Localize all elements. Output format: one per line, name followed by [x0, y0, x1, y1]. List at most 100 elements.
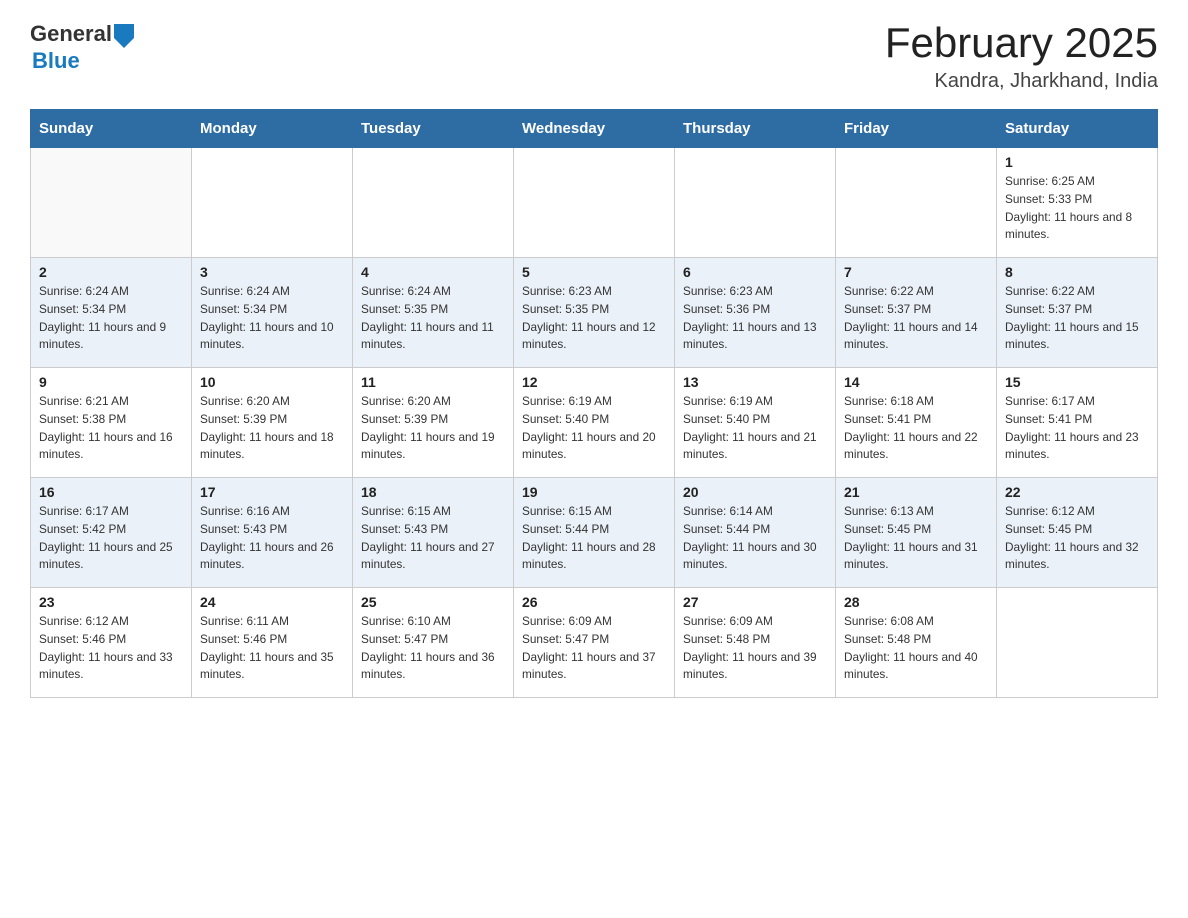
day-info: Sunrise: 6:18 AMSunset: 5:41 PMDaylight:… — [844, 393, 988, 464]
header-monday: Monday — [192, 110, 353, 148]
calendar-day-cell: 16 Sunrise: 6:17 AMSunset: 5:42 PMDayligh… — [31, 478, 192, 588]
calendar-table: Sunday Monday Tuesday Wednesday Thursday… — [30, 109, 1158, 698]
day-info: Sunrise: 6:08 AMSunset: 5:48 PMDaylight:… — [844, 613, 988, 684]
day-info: Sunrise: 6:23 AMSunset: 5:36 PMDaylight:… — [683, 283, 827, 354]
day-info: Sunrise: 6:17 AMSunset: 5:42 PMDaylight:… — [39, 503, 183, 574]
calendar-day-cell: 13 Sunrise: 6:19 AMSunset: 5:40 PMDayligh… — [675, 368, 836, 478]
day-info: Sunrise: 6:12 AMSunset: 5:45 PMDaylight:… — [1005, 503, 1149, 574]
calendar-day-cell: 22Sunrise: 6:12 AMSunset: 5:45 PMDayligh… — [997, 478, 1158, 588]
calendar-day-cell: 28Sunrise: 6:08 AMSunset: 5:48 PMDayligh… — [836, 588, 997, 698]
day-number: 3 — [200, 264, 344, 280]
day-number: 4 — [361, 264, 505, 280]
calendar-day-cell — [675, 148, 836, 258]
header-sunday: Sunday — [31, 110, 192, 148]
day-number: 24 — [200, 594, 344, 610]
header-wednesday: Wednesday — [514, 110, 675, 148]
day-info: Sunrise: 6:22 AMSunset: 5:37 PMDaylight:… — [1005, 283, 1149, 354]
day-info: Sunrise: 6:16 AMSunset: 5:43 PMDaylight:… — [200, 503, 344, 574]
calendar-week-5: 23 Sunrise: 6:12 AMSunset: 5:46 PMDayligh… — [31, 588, 1158, 698]
day-info: Sunrise: 6:10 AMSunset: 5:47 PMDaylight:… — [361, 613, 505, 684]
day-number: 11 — [361, 374, 505, 390]
calendar-day-cell — [31, 148, 192, 258]
day-info: Sunrise: 6:21 AMSunset: 5:38 PMDaylight:… — [39, 393, 183, 464]
calendar-day-cell: 19 Sunrise: 6:15 AMSunset: 5:44 PMDayligh… — [514, 478, 675, 588]
day-info: Sunrise: 6:24 AMSunset: 5:35 PMDaylight:… — [361, 283, 505, 354]
header-thursday: Thursday — [675, 110, 836, 148]
page-header: General Blue February 2025 Kandra, Jhark… — [30, 20, 1158, 93]
day-number: 10 — [200, 374, 344, 390]
header-friday: Friday — [836, 110, 997, 148]
calendar-day-cell: 23 Sunrise: 6:12 AMSunset: 5:46 PMDayligh… — [31, 588, 192, 698]
calendar-day-cell — [353, 148, 514, 258]
calendar-day-cell: 18 Sunrise: 6:15 AMSunset: 5:43 PMDayligh… — [353, 478, 514, 588]
day-number: 20 — [683, 484, 827, 500]
day-info: Sunrise: 6:20 AMSunset: 5:39 PMDaylight:… — [200, 393, 344, 464]
calendar-week-2: 2 Sunrise: 6:24 AMSunset: 5:34 PMDaylight… — [31, 258, 1158, 368]
calendar-day-cell: 14 Sunrise: 6:18 AMSunset: 5:41 PMDayligh… — [836, 368, 997, 478]
day-number: 9 — [39, 374, 183, 390]
calendar-day-cell: 24Sunrise: 6:11 AMSunset: 5:46 PMDayligh… — [192, 588, 353, 698]
day-info: Sunrise: 6:15 AMSunset: 5:43 PMDaylight:… — [361, 503, 505, 574]
header-tuesday: Tuesday — [353, 110, 514, 148]
day-number: 21 — [844, 484, 988, 500]
calendar-day-cell: 17 Sunrise: 6:16 AMSunset: 5:43 PMDayligh… — [192, 478, 353, 588]
day-number: 8 — [1005, 264, 1149, 280]
calendar-day-cell: 9 Sunrise: 6:21 AMSunset: 5:38 PMDaylight… — [31, 368, 192, 478]
day-number: 27 — [683, 594, 827, 610]
day-info: Sunrise: 6:24 AMSunset: 5:34 PMDaylight:… — [200, 283, 344, 354]
calendar-day-cell: 6 Sunrise: 6:23 AMSunset: 5:36 PMDaylight… — [675, 258, 836, 368]
day-info: Sunrise: 6:19 AMSunset: 5:40 PMDaylight:… — [522, 393, 666, 464]
calendar-day-cell: 27 Sunrise: 6:09 AMSunset: 5:48 PMDayligh… — [675, 588, 836, 698]
day-info: Sunrise: 6:23 AMSunset: 5:35 PMDaylight:… — [522, 283, 666, 354]
day-number: 19 — [522, 484, 666, 500]
calendar-week-4: 16 Sunrise: 6:17 AMSunset: 5:42 PMDayligh… — [31, 478, 1158, 588]
calendar-day-cell: 11 Sunrise: 6:20 AMSunset: 5:39 PMDayligh… — [353, 368, 514, 478]
calendar-day-cell: 8 Sunrise: 6:22 AMSunset: 5:37 PMDaylight… — [997, 258, 1158, 368]
day-number: 7 — [844, 264, 988, 280]
day-info: Sunrise: 6:12 AMSunset: 5:46 PMDaylight:… — [39, 613, 183, 684]
logo-blue-text: Blue — [32, 48, 80, 74]
calendar-day-cell: 21 Sunrise: 6:13 AMSunset: 5:45 PMDayligh… — [836, 478, 997, 588]
day-number: 25 — [361, 594, 505, 610]
calendar-day-cell: 10 Sunrise: 6:20 AMSunset: 5:39 PMDayligh… — [192, 368, 353, 478]
calendar-day-cell: 5 Sunrise: 6:23 AMSunset: 5:35 PMDaylight… — [514, 258, 675, 368]
day-number: 14 — [844, 374, 988, 390]
logo: General Blue — [30, 20, 138, 74]
logo-icon — [114, 20, 138, 48]
day-number: 6 — [683, 264, 827, 280]
calendar-week-3: 9 Sunrise: 6:21 AMSunset: 5:38 PMDaylight… — [31, 368, 1158, 478]
calendar-day-cell: 25 Sunrise: 6:10 AMSunset: 5:47 PMDayligh… — [353, 588, 514, 698]
day-number: 16 — [39, 484, 183, 500]
day-info: Sunrise: 6:13 AMSunset: 5:45 PMDaylight:… — [844, 503, 988, 574]
calendar-day-cell: 12Sunrise: 6:19 AMSunset: 5:40 PMDayligh… — [514, 368, 675, 478]
calendar-day-cell: 4 Sunrise: 6:24 AMSunset: 5:35 PMDaylight… — [353, 258, 514, 368]
calendar-day-cell — [192, 148, 353, 258]
calendar-day-cell: 7 Sunrise: 6:22 AMSunset: 5:37 PMDaylight… — [836, 258, 997, 368]
day-number: 5 — [522, 264, 666, 280]
calendar-week-1: 1 Sunrise: 6:25 AMSunset: 5:33 PMDaylight… — [31, 148, 1158, 258]
day-number: 18 — [361, 484, 505, 500]
header-saturday: Saturday — [997, 110, 1158, 148]
day-number: 13 — [683, 374, 827, 390]
calendar-day-cell: 1 Sunrise: 6:25 AMSunset: 5:33 PMDaylight… — [997, 148, 1158, 258]
day-info: Sunrise: 6:22 AMSunset: 5:37 PMDaylight:… — [844, 283, 988, 354]
day-number: 2 — [39, 264, 183, 280]
calendar-day-cell — [836, 148, 997, 258]
calendar-title-block: February 2025 Kandra, Jharkhand, India — [885, 20, 1158, 93]
day-number: 15 — [1005, 374, 1149, 390]
day-number: 17 — [200, 484, 344, 500]
day-number: 23 — [39, 594, 183, 610]
calendar-day-cell: 15 Sunrise: 6:17 AMSunset: 5:41 PMDayligh… — [997, 368, 1158, 478]
day-info: Sunrise: 6:25 AMSunset: 5:33 PMDaylight:… — [1005, 173, 1149, 244]
day-info: Sunrise: 6:09 AMSunset: 5:48 PMDaylight:… — [683, 613, 827, 684]
calendar-day-cell — [997, 588, 1158, 698]
day-info: Sunrise: 6:09 AMSunset: 5:47 PMDaylight:… — [522, 613, 666, 684]
day-info: Sunrise: 6:20 AMSunset: 5:39 PMDaylight:… — [361, 393, 505, 464]
day-info: Sunrise: 6:15 AMSunset: 5:44 PMDaylight:… — [522, 503, 666, 574]
calendar-title: February 2025 — [885, 20, 1158, 66]
day-info: Sunrise: 6:17 AMSunset: 5:41 PMDaylight:… — [1005, 393, 1149, 464]
day-number: 1 — [1005, 154, 1149, 170]
day-info: Sunrise: 6:19 AMSunset: 5:40 PMDaylight:… — [683, 393, 827, 464]
calendar-day-cell: 20Sunrise: 6:14 AMSunset: 5:44 PMDayligh… — [675, 478, 836, 588]
calendar-day-cell: 26Sunrise: 6:09 AMSunset: 5:47 PMDayligh… — [514, 588, 675, 698]
